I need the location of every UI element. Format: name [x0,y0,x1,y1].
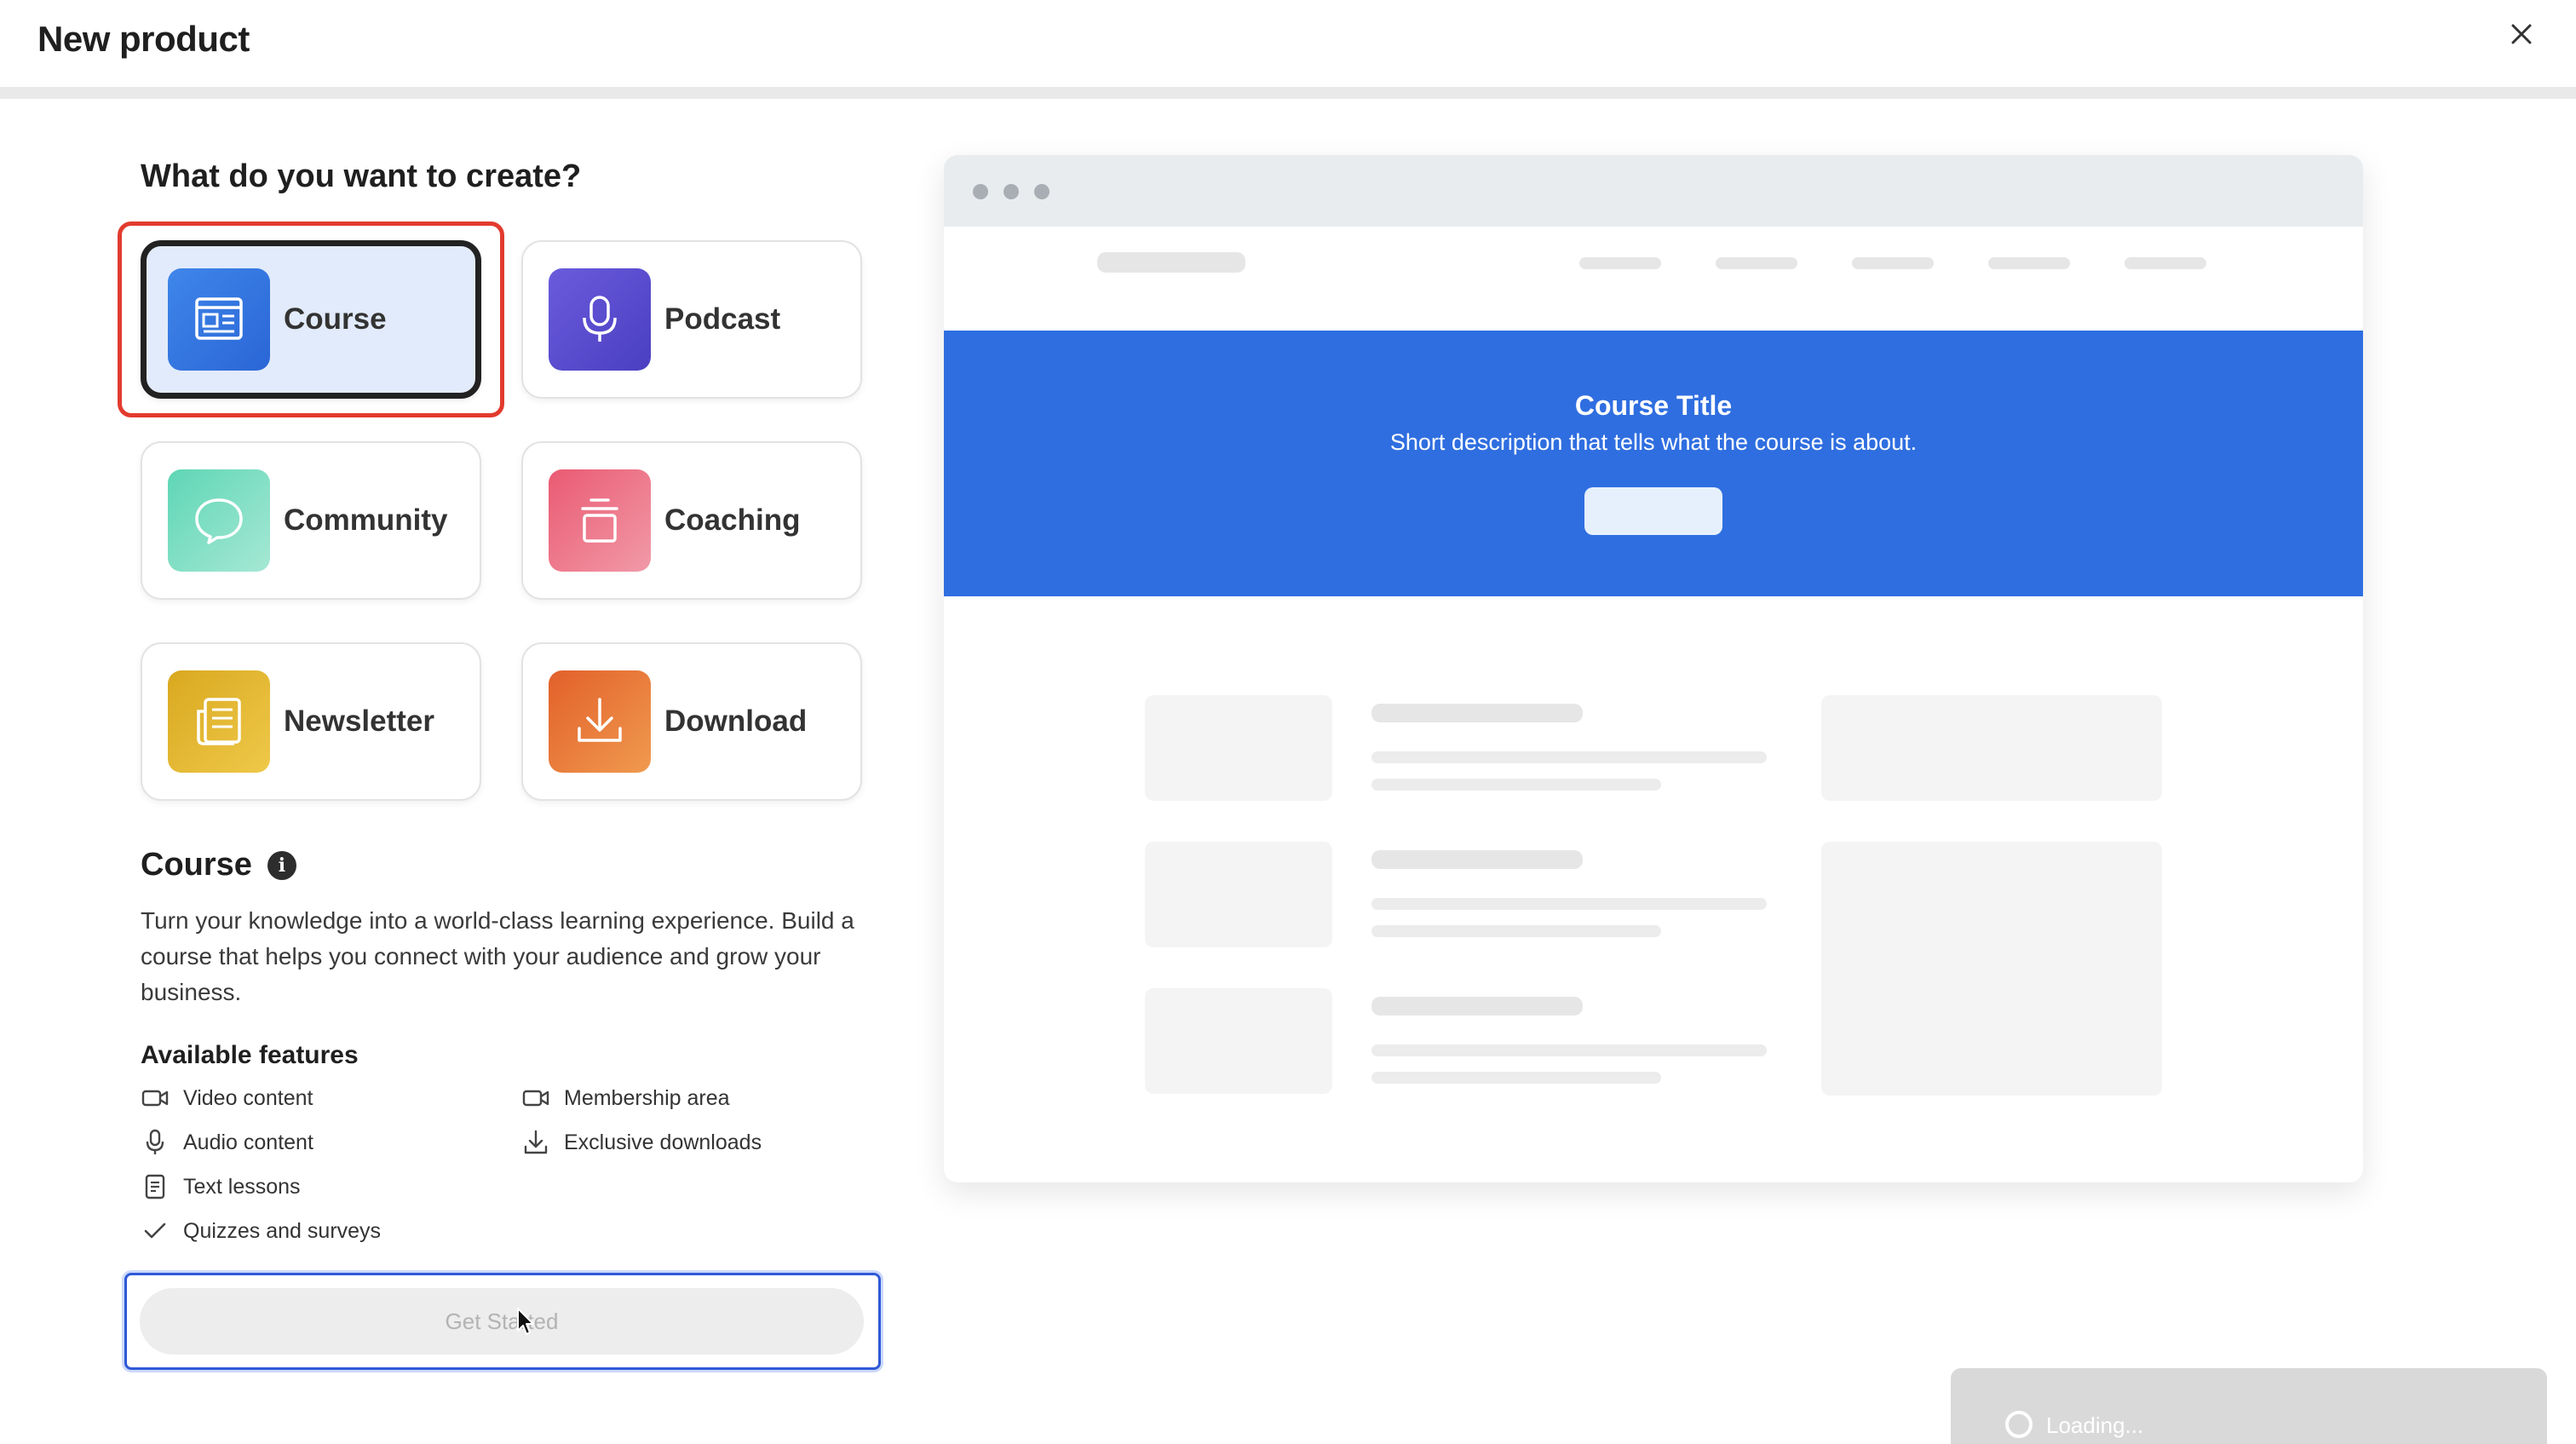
preview-line-placeholder [1371,704,1583,722]
preview-thumb-placeholder [1145,988,1332,1094]
loading-text: Loading... [2046,1412,2144,1438]
preview-sidebar-placeholder [1821,695,2162,801]
preview-hero: Course Title Short description that tell… [944,331,2363,596]
microphone-icon [549,268,651,371]
preview-hero-button [1584,487,1722,535]
feature-label: Video content [183,1085,313,1110]
video-camera-icon [521,1084,550,1113]
section-question: What do you want to create? [141,158,582,194]
preview-browser-chrome [944,155,2363,227]
preview-nav-placeholder [1852,257,1934,269]
type-card-label: Course [284,302,387,336]
type-card-label: Download [664,705,808,738]
microphone-icon [141,1128,170,1157]
course-preview: Course Title Short description that tell… [944,155,2363,1182]
preview-line-placeholder [1371,898,1767,910]
preview-line-placeholder [1371,1044,1767,1056]
info-icon[interactable]: i [267,850,296,880]
close-button[interactable] [2504,17,2539,51]
type-card-label: Podcast [664,302,781,336]
preview-line-placeholder [1371,779,1661,791]
feature-item: Text lessons [141,1172,301,1201]
newsletter-icon [168,670,270,773]
feature-item: Quizzes and surveys [141,1217,381,1246]
feature-label: Membership area [564,1085,730,1110]
type-card-coaching[interactable]: Coaching [521,441,862,600]
preview-hero-description: Short description that tells what the co… [1389,429,1918,455]
preview-navbar [944,227,2363,331]
feature-label: Audio content [183,1130,313,1154]
new-product-page: New product What do you want to create? … [0,0,2576,1444]
preview-logo-placeholder [1097,252,1245,273]
feature-label: Quizzes and surveys [183,1218,382,1243]
detail-description: Turn your knowledge into a world-class l… [141,907,854,1005]
page-title: New product [37,19,250,59]
feature-item: Audio content [141,1128,313,1157]
feature-label: Exclusive downloads [564,1130,762,1154]
window-dot [1034,184,1049,199]
download-icon [549,670,651,773]
preview-line-placeholder [1371,1072,1661,1084]
get-started-button[interactable]: Get Started [140,1288,864,1355]
loading-spinner-icon [2005,1411,2033,1438]
chat-bubble-icon [168,469,270,572]
video-camera-icon [141,1084,170,1113]
feature-label: Text lessons [183,1174,301,1199]
preview-nav-placeholder [2125,257,2206,269]
coaching-icon [549,469,651,572]
preview-line-placeholder [1371,997,1583,1015]
type-card-label: Coaching [664,503,801,537]
type-card-community[interactable]: Community [141,441,481,600]
detail-title: Course [141,847,252,883]
type-card-label: Community [284,503,448,537]
feature-item: Video content [141,1084,313,1113]
type-card-label: Newsletter [284,705,435,738]
preview-nav-placeholder [1716,257,1797,269]
preview-line-placeholder [1371,850,1583,869]
preview-hero-title: Course Title [1574,390,1733,421]
close-icon [2511,24,2532,44]
mouse-cursor-icon [517,1308,534,1335]
window-dot [1003,184,1019,199]
type-card-podcast[interactable]: Podcast [521,240,862,399]
type-card-download[interactable]: Download [521,642,862,801]
preview-sidebar-placeholder [1821,842,2162,1096]
loading-toast: Loading... [1951,1368,2547,1444]
feature-item: Exclusive downloads [521,1128,762,1157]
preview-thumb-placeholder [1145,695,1332,801]
preview-nav-placeholder [1579,257,1661,269]
detail-heading: Course i [141,847,296,883]
feature-item: Membership area [521,1084,730,1113]
preview-nav-placeholder [1988,257,2070,269]
window-dot [973,184,988,199]
checkmark-icon [141,1217,170,1246]
header: New product [0,0,2576,87]
preview-line-placeholder [1371,925,1661,937]
preview-thumb-placeholder [1145,842,1332,947]
document-icon [141,1172,170,1201]
preview-line-placeholder [1371,751,1767,763]
type-card-newsletter[interactable]: Newsletter [141,642,481,801]
type-card-course[interactable]: Course [141,240,481,399]
course-icon [168,268,270,371]
progress-track [0,87,2576,99]
download-icon [521,1128,550,1157]
features-title: Available features [141,1041,359,1069]
